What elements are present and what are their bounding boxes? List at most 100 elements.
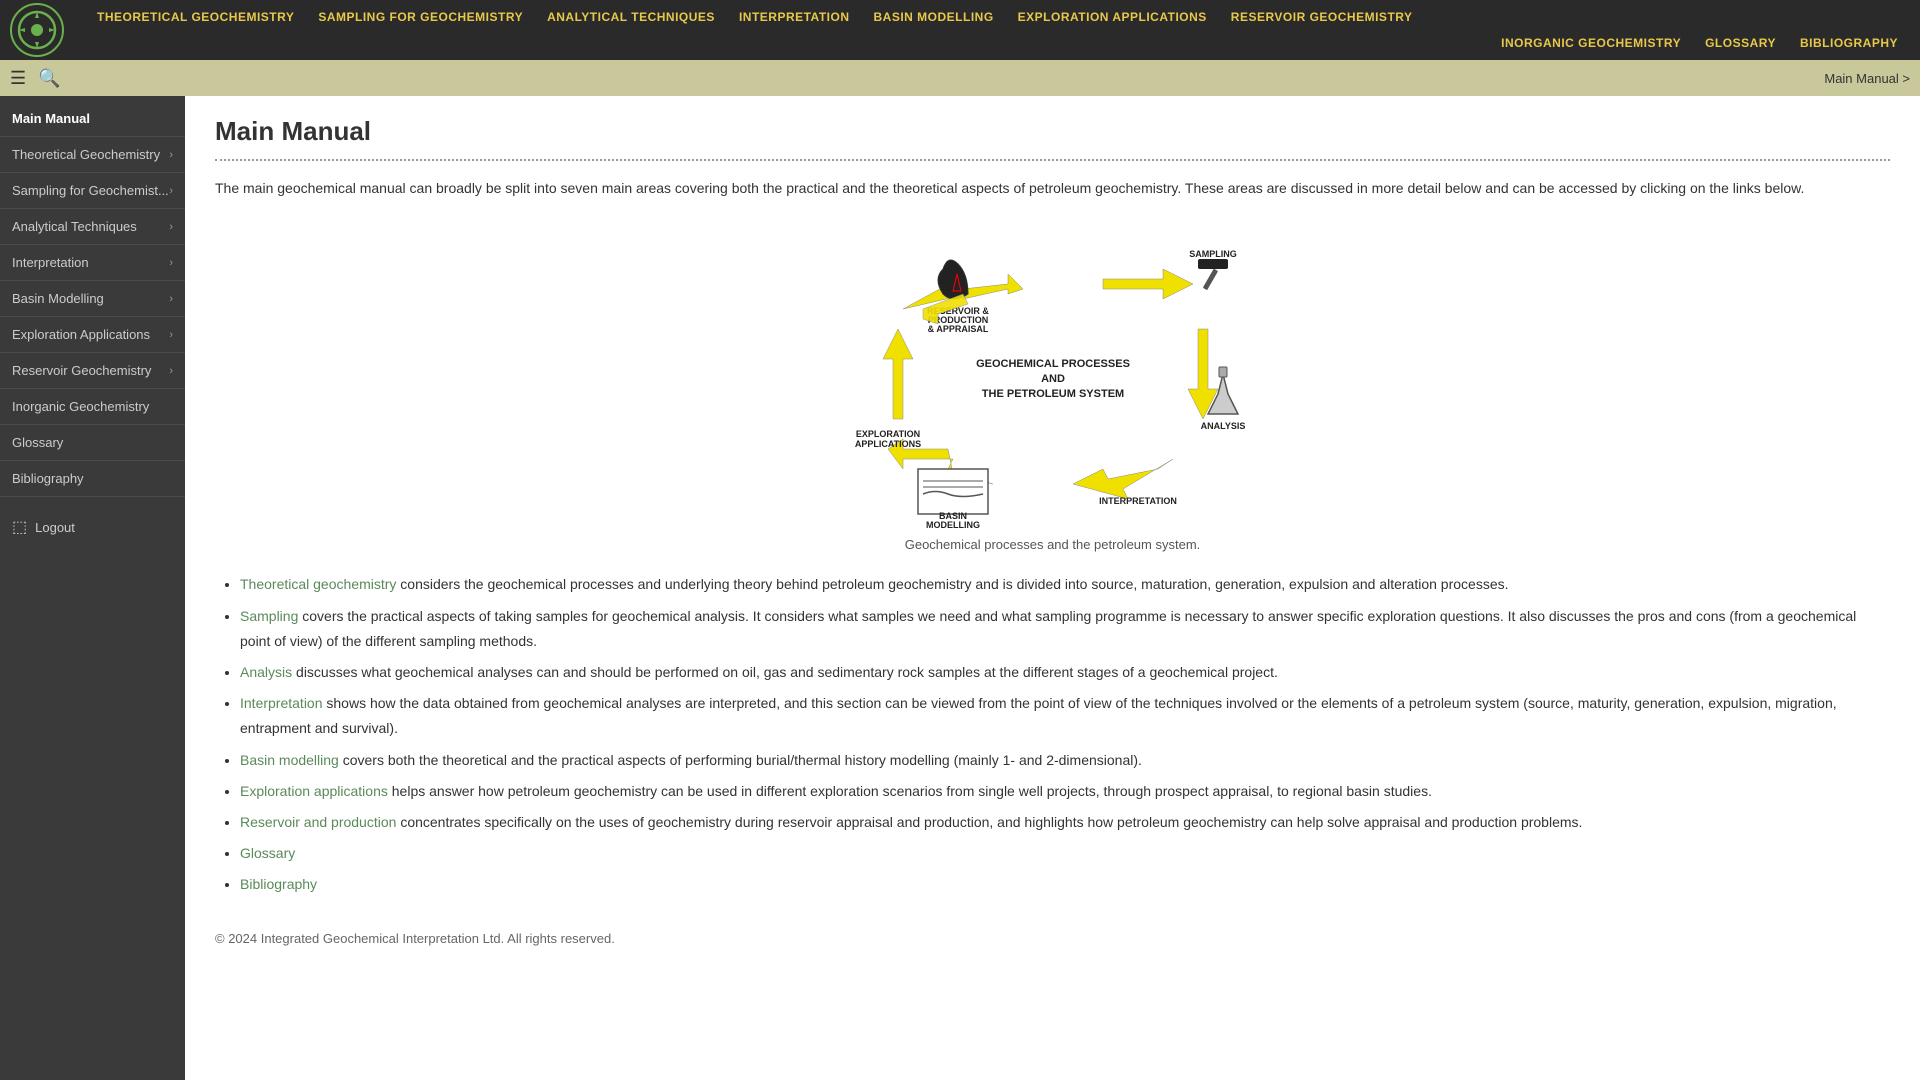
nav-row-2: INORGANIC GEOCHEMISTRY GLOSSARY BIBLIOGR… bbox=[85, 30, 1910, 56]
hammer-handle bbox=[1202, 269, 1217, 291]
flask-neck bbox=[1219, 367, 1227, 377]
diagram-container: GEOCHEMICAL PROCESSES AND THE PETROLEUM … bbox=[215, 219, 1890, 552]
sidebar-label-exploration: Exploration Applications bbox=[12, 327, 150, 342]
text-exploration: helps answer how petroleum geochemistry … bbox=[392, 783, 1432, 799]
diagram-caption: Geochemical processes and the petroleum … bbox=[905, 537, 1201, 552]
sidebar-label-theoretical: Theoretical Geochemistry bbox=[12, 147, 160, 162]
text-interpretation: shows how the data obtained from geochem… bbox=[240, 695, 1837, 736]
content-list: Theoretical geochemistry considers the g… bbox=[215, 572, 1890, 897]
title-divider bbox=[215, 159, 1890, 161]
sidebar-item-basin-modelling[interactable]: Basin Modelling › bbox=[0, 281, 185, 317]
arrow-to-exploration bbox=[883, 329, 913, 419]
chevron-right-icon: › bbox=[169, 185, 173, 197]
sidebar-item-theoretical-geochemistry[interactable]: Theoretical Geochemistry › bbox=[0, 137, 185, 173]
text-sampling: covers the practical aspects of taking s… bbox=[240, 608, 1856, 649]
link-exploration[interactable]: Exploration applications bbox=[240, 783, 388, 799]
oil-drop bbox=[938, 260, 968, 299]
link-sampling[interactable]: Sampling bbox=[240, 608, 298, 624]
sidebar-label-bibliography: Bibliography bbox=[12, 471, 84, 486]
logo[interactable] bbox=[10, 3, 65, 58]
main-content: Main Manual The main geochemical manual … bbox=[185, 96, 1920, 1080]
nav-reservoir-geochemistry[interactable]: RESERVOIR GEOCHEMISTRY bbox=[1219, 4, 1425, 30]
diagram-center-label3: THE PETROLEUM SYSTEM bbox=[981, 388, 1123, 400]
list-item-basin: Basin modelling covers both the theoreti… bbox=[240, 748, 1890, 773]
search-icon[interactable]: 🔍 bbox=[38, 68, 60, 89]
arrow-to-interpretation bbox=[1073, 459, 1173, 499]
menu-icon[interactable]: ☰ bbox=[10, 68, 26, 89]
diagram-center-label1: GEOCHEMICAL PROCESSES bbox=[976, 358, 1130, 370]
logout-button[interactable]: ⬚ Logout bbox=[0, 507, 185, 547]
link-analysis[interactable]: Analysis bbox=[240, 664, 292, 680]
intro-text: The main geochemical manual can broadly … bbox=[215, 177, 1890, 199]
sidebar-label-main-manual: Main Manual bbox=[12, 111, 90, 126]
top-nav: THEORETICAL GEOCHEMISTRY SAMPLING FOR GE… bbox=[0, 0, 1920, 60]
nav-glossary[interactable]: GLOSSARY bbox=[1693, 30, 1788, 56]
exploration-label1: EXPLORATION bbox=[855, 429, 919, 439]
nav-row-1: THEORETICAL GEOCHEMISTRY SAMPLING FOR GE… bbox=[85, 4, 1425, 30]
sidebar: Main Manual Theoretical Geochemistry › S… bbox=[0, 96, 185, 1080]
link-basin[interactable]: Basin modelling bbox=[240, 752, 339, 768]
reservoir-label3: & APPRAISAL bbox=[927, 324, 988, 334]
sidebar-item-bibliography[interactable]: Bibliography bbox=[0, 461, 185, 497]
list-item-glossary: Glossary bbox=[240, 841, 1890, 866]
toolbar: ☰ 🔍 Main Manual > bbox=[0, 60, 1920, 96]
analysis-label: ANALYSIS bbox=[1200, 421, 1245, 431]
layout: Main Manual Theoretical Geochemistry › S… bbox=[0, 96, 1920, 1080]
exploration-label2: APPLICATIONS bbox=[854, 439, 920, 449]
list-item-bibliography: Bibliography bbox=[240, 872, 1890, 897]
sidebar-label-glossary: Glossary bbox=[12, 435, 63, 450]
chevron-right-icon: › bbox=[169, 149, 173, 161]
sidebar-item-main-manual[interactable]: Main Manual bbox=[0, 101, 185, 137]
toolbar-left: ☰ 🔍 bbox=[10, 68, 61, 89]
arrow-to-sampling bbox=[1103, 269, 1193, 299]
link-bibliography[interactable]: Bibliography bbox=[240, 876, 317, 892]
list-item-reservoir: Reservoir and production concentrates sp… bbox=[240, 810, 1890, 835]
chevron-right-icon: › bbox=[169, 293, 173, 305]
logout-icon: ⬚ bbox=[12, 517, 27, 537]
logout-label: Logout bbox=[35, 520, 75, 535]
sidebar-item-analytical[interactable]: Analytical Techniques › bbox=[0, 209, 185, 245]
interpretation-label: INTERPRETATION bbox=[1099, 496, 1177, 506]
nav-bibliography[interactable]: BIBLIOGRAPHY bbox=[1788, 30, 1910, 56]
chevron-right-icon: › bbox=[169, 329, 173, 341]
sidebar-item-glossary[interactable]: Glossary bbox=[0, 425, 185, 461]
geochemical-diagram: GEOCHEMICAL PROCESSES AND THE PETROLEUM … bbox=[843, 219, 1263, 529]
link-glossary[interactable]: Glossary bbox=[240, 845, 295, 861]
list-item-exploration: Exploration applications helps answer ho… bbox=[240, 779, 1890, 804]
hammer-head bbox=[1198, 259, 1228, 269]
nav-sampling-for-geochemistry[interactable]: SAMPLING FOR GEOCHEMISTRY bbox=[306, 4, 535, 30]
sidebar-label-basin: Basin Modelling bbox=[12, 291, 104, 306]
sampling-label: SAMPLING bbox=[1189, 249, 1237, 259]
chevron-right-icon: › bbox=[169, 221, 173, 233]
nav-interpretation[interactable]: INTERPRETATION bbox=[727, 4, 862, 30]
nav-basin-modelling[interactable]: BASIN MODELLING bbox=[862, 4, 1006, 30]
chevron-right-icon: › bbox=[169, 257, 173, 269]
nav-exploration-applications[interactable]: EXPLORATION APPLICATIONS bbox=[1006, 4, 1219, 30]
sidebar-label-analytical: Analytical Techniques bbox=[12, 219, 137, 234]
sidebar-label-inorganic: Inorganic Geochemistry bbox=[12, 399, 149, 414]
link-theoretical[interactable]: Theoretical geochemistry bbox=[240, 576, 396, 592]
sidebar-item-inorganic[interactable]: Inorganic Geochemistry bbox=[0, 389, 185, 425]
page-title: Main Manual bbox=[215, 116, 1890, 147]
sidebar-item-exploration-applications[interactable]: Exploration Applications › bbox=[0, 317, 185, 353]
footer-text: © 2024 Integrated Geochemical Interpreta… bbox=[215, 921, 1890, 946]
sidebar-item-reservoir-geochemistry[interactable]: Reservoir Geochemistry › bbox=[0, 353, 185, 389]
link-reservoir[interactable]: Reservoir and production bbox=[240, 814, 396, 830]
chevron-right-icon: › bbox=[169, 365, 173, 377]
list-item-interpretation: Interpretation shows how the data obtain… bbox=[240, 691, 1890, 741]
sidebar-label-reservoir: Reservoir Geochemistry bbox=[12, 363, 151, 378]
sidebar-item-sampling[interactable]: Sampling for Geochemist... › bbox=[0, 173, 185, 209]
basin-label2: MODELLING bbox=[926, 520, 980, 529]
nav-theoretical-geochemistry[interactable]: THEORETICAL GEOCHEMISTRY bbox=[85, 4, 306, 30]
text-reservoir: concentrates specifically on the uses of… bbox=[400, 814, 1582, 830]
sidebar-label-sampling: Sampling for Geochemist... bbox=[12, 183, 169, 198]
breadcrumb: Main Manual > bbox=[1824, 71, 1910, 86]
sidebar-label-interpretation: Interpretation bbox=[12, 255, 89, 270]
text-analysis: discusses what geochemical analyses can … bbox=[296, 664, 1278, 680]
sidebar-item-interpretation[interactable]: Interpretation › bbox=[0, 245, 185, 281]
list-item-analysis: Analysis discusses what geochemical anal… bbox=[240, 660, 1890, 685]
nav-inorganic-geochemistry[interactable]: INORGANIC GEOCHEMISTRY bbox=[1489, 30, 1693, 56]
list-item-sampling: Sampling covers the practical aspects of… bbox=[240, 604, 1890, 654]
link-interpretation[interactable]: Interpretation bbox=[240, 695, 323, 711]
nav-analytical-techniques[interactable]: ANALYTICAL TECHNIQUES bbox=[535, 4, 727, 30]
